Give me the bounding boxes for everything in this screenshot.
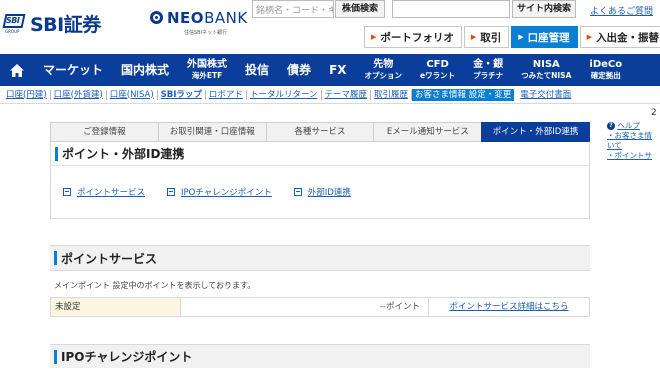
nav-market[interactable]: マーケット (34, 64, 112, 76)
home-icon[interactable] (0, 54, 34, 86)
subnav-account-foreign[interactable]: 口座(外貨建) (51, 89, 107, 100)
sbi-group-mark-icon: SBI GROUP (2, 12, 28, 36)
subnav-customer-settings[interactable]: お客さま情報 設定・変更 (412, 88, 515, 101)
point-balance: --ポイント (181, 298, 429, 316)
stock-search-input[interactable]: 銘柄名・コード・キーワ (252, 0, 334, 18)
tab-email-notification[interactable]: Eメール通知サービス (373, 122, 482, 142)
quick-nav-portfolio[interactable]: ▶ ポートフォリオ (364, 26, 462, 48)
nav-funds[interactable]: 投信 (236, 64, 278, 76)
point-service-note: メインポイント 設定中のポイントを表示しております。 (54, 281, 256, 290)
site-search-input[interactable] (392, 0, 510, 18)
points-row: 未設定 --ポイント ポイントサービス詳細はこちら (50, 297, 590, 317)
nav-gold[interactable]: 金・銀 プラチナ (464, 59, 512, 81)
nav-foreign-stocks[interactable]: 外国株式 海外ETF (178, 59, 236, 81)
point-service-section: ポイントサービス メインポイント 設定中のポイントを表示しております。 未設定 … (50, 245, 590, 317)
subnav-trade-history[interactable]: 取引履歴 (371, 89, 413, 100)
site-header: SBI GROUP SBI証券 NEOBANK 住信SBIネット銀行 銘柄名・コ… (0, 0, 660, 54)
quick-nav-trade[interactable]: ▶ 取引 (463, 26, 510, 48)
nav-nisa[interactable]: NISA つみたてNISA (512, 59, 580, 81)
settings-tabs: ご登録情報 お取引関連・口座情報 各種サービス Eメール通知サービス ポイント・… (50, 122, 590, 142)
anchor-links: ポイントサービス IPOチャレンジポイント 外部ID連携 (51, 166, 589, 218)
tab-registration-info[interactable]: ご登録情報 (50, 122, 158, 142)
nav-ideco[interactable]: iDeCo 確定拠出 (580, 59, 631, 81)
help-panel: ? ヘルプ ・お客さま情 いて ・ポイントサ (607, 121, 660, 161)
anchor-point-service[interactable]: ポイントサービス (63, 186, 145, 198)
subnav-total-return[interactable]: トータルリターン (247, 89, 322, 100)
triangle-right-icon: ▶ (470, 33, 477, 41)
help-item[interactable]: ・お客さま情 (607, 131, 660, 141)
nav-cfd[interactable]: CFD eワラント (411, 59, 464, 81)
page-title: ポイント・外部ID連携 (51, 142, 589, 166)
subnav-robo-advisor[interactable]: ロボアド (206, 89, 247, 100)
subnav-theme-history[interactable]: テーマ履歴 (322, 89, 372, 100)
quick-nav-deposit[interactable]: ▶ 入出金・振替 (579, 26, 660, 48)
triangle-right-icon: ▶ (518, 33, 524, 41)
point-service-detail-link[interactable]: ポイントサービス詳細はこちら (429, 298, 589, 316)
brand-name: SBI証券 (30, 14, 101, 36)
faq-link[interactable]: よくあるご質問 (590, 4, 653, 17)
tab-trading-account-info[interactable]: お取引関連・口座情報 (157, 122, 266, 142)
sub-nav: 口座(円建) 口座(外貨建) 口座(NISA) SBIラップ ロボアド トータル… (0, 86, 660, 104)
quick-nav: ▶ ポートフォリオ ▶ 取引 ▶ 口座管理 ▶ 入出金・振替 (364, 26, 660, 48)
nav-fx[interactable]: FX (320, 64, 355, 76)
stock-search-button[interactable]: 株価検索 (335, 0, 385, 18)
subnav-account-nisa[interactable]: 口座(NISA) (107, 89, 158, 100)
tab-points-external-id[interactable]: ポイント・外部ID連携 (481, 122, 590, 142)
main-point-status: 未設定 (51, 298, 181, 316)
main-content: ご登録情報 お取引関連・口座情報 各種サービス Eメール通知サービス ポイント・… (50, 122, 590, 368)
sbi-securities-logo[interactable]: SBI GROUP SBI証券 (2, 10, 101, 37)
main-nav: マーケット 国内株式 外国株式 海外ETF 投信 債券 FX 先物 オプション CF… (0, 54, 660, 86)
anchor-ipo-challenge[interactable]: IPOチャレンジポイント (167, 186, 272, 198)
help-item[interactable]: ・ポイントサ (607, 151, 660, 161)
neo-ring-icon (150, 11, 163, 24)
triangle-right-icon: ▶ (586, 33, 593, 41)
nav-bonds[interactable]: 債券 (278, 64, 320, 76)
ipo-challenge-heading: IPOチャレンジポイント (50, 344, 590, 368)
subnav-account-jpy[interactable]: 口座(円建) (3, 89, 51, 100)
triangle-right-icon: ▶ (371, 33, 377, 41)
subnav-electronic-documents[interactable]: 電子交付書面 (517, 90, 574, 100)
nav-futures[interactable]: 先物 オプション (356, 59, 412, 81)
neo-bank-logo[interactable]: NEOBANK 住信SBIネット銀行 (150, 8, 250, 40)
quick-nav-account[interactable]: ▶ 口座管理 (511, 26, 578, 48)
site-search-button[interactable]: サイト内検索 (512, 0, 576, 18)
tab-services[interactable]: 各種サービス (265, 122, 374, 142)
point-service-heading: ポイントサービス (50, 245, 590, 271)
minus-box-icon (167, 188, 176, 196)
help-item[interactable]: いて (607, 141, 660, 151)
ipo-challenge-section: IPOチャレンジポイント (50, 344, 590, 368)
minus-box-icon (293, 188, 302, 196)
help-link[interactable]: ヘルプ (617, 121, 640, 130)
help-icon: ? (607, 122, 615, 130)
points-external-id-section: ポイント・外部ID連携 ポイントサービス IPOチャレンジポイント 外部ID連携 (50, 142, 590, 219)
nav-domestic-stocks[interactable]: 国内株式 (112, 64, 178, 76)
minus-box-icon (63, 188, 71, 196)
anchor-external-id[interactable]: 外部ID連携 (293, 186, 351, 198)
page-marker: 2 (651, 108, 657, 118)
subnav-sbi-wrap[interactable]: SBIラップ (158, 89, 206, 100)
